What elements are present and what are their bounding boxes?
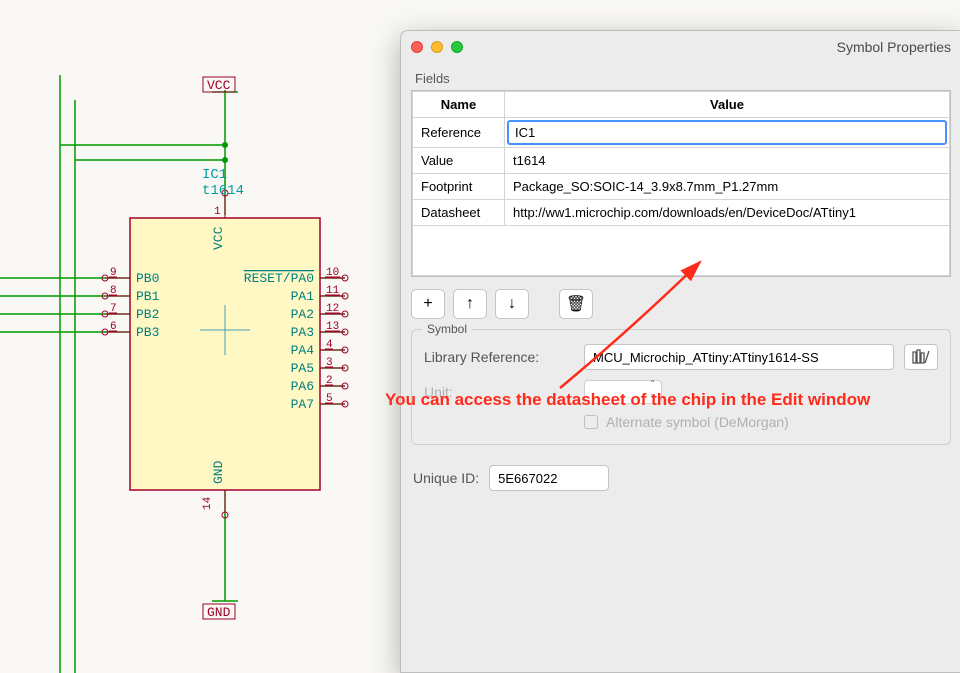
pin-name: PA1 — [291, 289, 315, 304]
arrow-down-icon: ↓ — [508, 295, 516, 313]
symbol-groupbox: Symbol Library Reference: Unit: Alternat… — [411, 329, 951, 445]
pin-name: PA3 — [291, 325, 314, 340]
pin-num: 14 — [202, 496, 214, 510]
libref-label: Library Reference: — [424, 349, 574, 365]
col-value: Value — [505, 92, 950, 118]
uid-input[interactable] — [489, 465, 609, 491]
schematic-canvas[interactable]: VCC GND IC1 t1614 9 8 7 6 10 11 12 13 4 … — [0, 0, 400, 673]
fields-section-label: Fields — [401, 63, 960, 90]
pin-name: PA2 — [291, 307, 314, 322]
libref-input[interactable] — [584, 344, 894, 370]
pin-num: 1 — [214, 206, 221, 218]
table-row: Reference — [413, 118, 950, 148]
pin-name: RESET/PA0 — [244, 271, 314, 286]
vcc-label: VCC — [207, 78, 231, 93]
table-row: Datasheet http://ww1.microchip.com/downl… — [413, 200, 950, 226]
add-button[interactable]: + — [411, 289, 445, 319]
fields-table[interactable]: Name Value Reference Value t1614 Footpri… — [411, 90, 951, 277]
reference-input[interactable] — [507, 120, 947, 145]
window-title: Symbol Properties — [837, 39, 951, 55]
footprint-cell[interactable]: Package_SO:SOIC-14_3.9x8.7mm_P1.27mm — [505, 174, 950, 200]
gnd-label: GND — [207, 605, 231, 620]
ic-value: t1614 — [202, 183, 244, 199]
alternate-symbol-checkbox — [584, 415, 598, 429]
titlebar[interactable]: Symbol Properties — [401, 31, 960, 63]
move-down-button[interactable]: ↓ — [495, 289, 529, 319]
delete-button[interactable]: 🗑 — [559, 289, 593, 319]
ic-reference: IC1 — [202, 167, 227, 183]
table-row: Footprint Package_SO:SOIC-14_3.9x8.7mm_P… — [413, 174, 950, 200]
maximize-icon[interactable] — [451, 41, 463, 53]
pin-name: PB2 — [136, 307, 159, 322]
pin-name: PA6 — [291, 379, 314, 394]
pin-name: PB3 — [136, 325, 159, 340]
symbol-properties-dialog: Symbol Properties Fields Name Value Refe… — [400, 30, 960, 673]
pin-name: PA5 — [291, 361, 314, 376]
browse-library-button[interactable] — [904, 344, 938, 370]
pin-name: GND — [211, 460, 226, 484]
pin-name: PB1 — [136, 289, 160, 304]
plus-icon: + — [423, 295, 432, 313]
value-cell[interactable]: t1614 — [505, 148, 950, 174]
uid-label: Unique ID: — [413, 470, 479, 486]
pin-name: PA4 — [291, 343, 315, 358]
table-row: Value t1614 — [413, 148, 950, 174]
pin-name: PA7 — [291, 397, 314, 412]
pin-name: PB0 — [136, 271, 159, 286]
close-icon[interactable] — [411, 41, 423, 53]
alternate-symbol-label: Alternate symbol (DeMorgan) — [606, 414, 789, 430]
symbol-legend: Symbol — [422, 322, 472, 336]
trash-icon: 🗑 — [566, 294, 586, 314]
move-up-button[interactable]: ↑ — [453, 289, 487, 319]
minimize-icon[interactable] — [431, 41, 443, 53]
library-icon — [912, 349, 930, 365]
pin-name: VCC — [211, 226, 226, 250]
col-name: Name — [413, 92, 505, 118]
arrow-up-icon: ↑ — [466, 295, 474, 313]
annotation-text: You can access the datasheet of the chip… — [385, 390, 870, 410]
datasheet-cell[interactable]: http://ww1.microchip.com/downloads/en/De… — [505, 200, 950, 226]
